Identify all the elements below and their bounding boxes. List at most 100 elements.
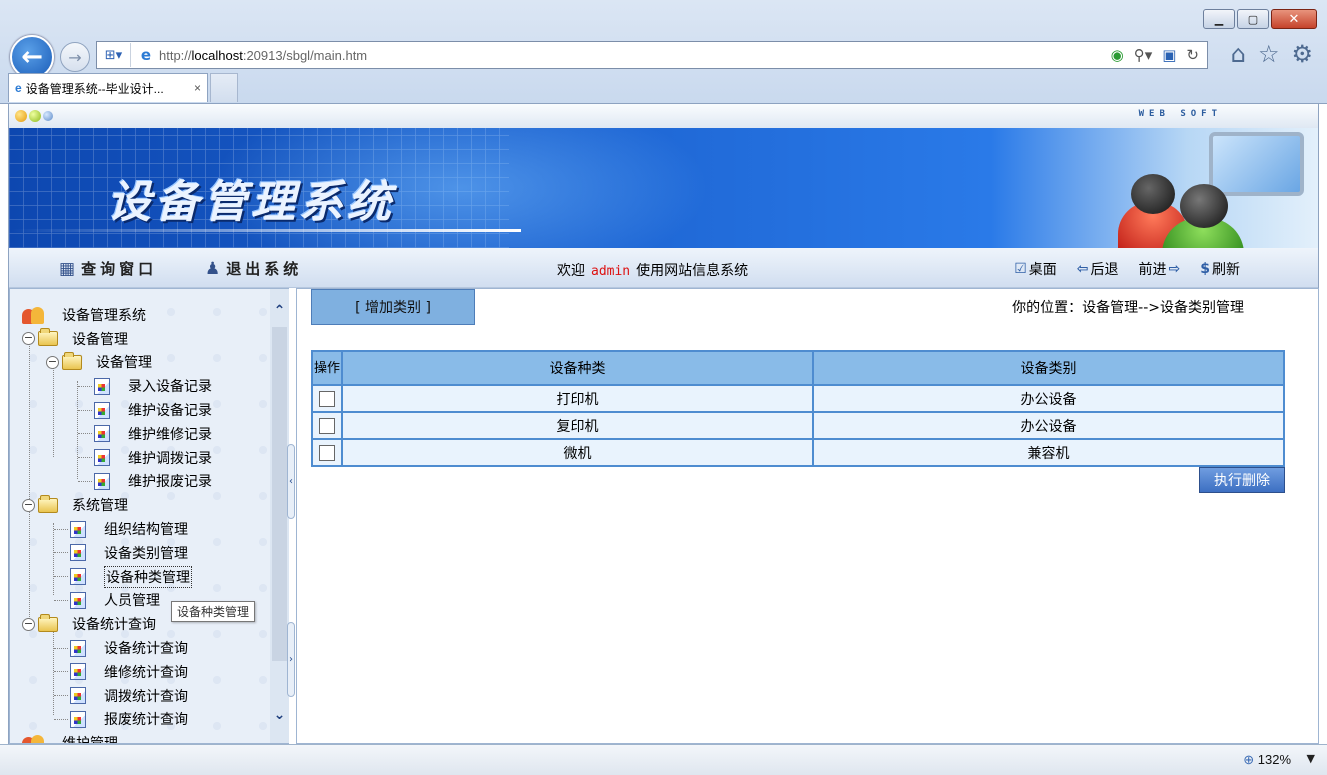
zoom-level[interactable]: ⊕ 132%	[1243, 752, 1291, 768]
collapse-icon[interactable]: −	[22, 617, 35, 631]
browser-tab-active[interactable]: e 设备管理系统--毕业设计... ×	[8, 73, 208, 102]
document-icon	[94, 401, 110, 419]
tree-item[interactable]: 维修统计查询	[22, 660, 262, 684]
gear-icon[interactable]: ⚙	[1291, 40, 1313, 68]
row-checkbox[interactable]	[319, 390, 335, 407]
tree-group-equipment[interactable]: − 设备管理	[22, 327, 262, 351]
cell-kind: 打印机	[341, 384, 814, 413]
collapse-icon[interactable]: −	[22, 498, 35, 512]
scroll-thumb[interactable]	[272, 327, 287, 661]
tree-group-label: 设备管理	[72, 331, 128, 348]
tree-item-label: 组织结构管理	[104, 522, 188, 539]
users-icon	[22, 733, 46, 743]
document-icon	[70, 544, 86, 562]
folder-open-icon	[62, 351, 82, 370]
query-window-button[interactable]: ▦ 查询窗口	[59, 258, 157, 279]
security-icon[interactable]: ◉	[1111, 46, 1124, 64]
desktop-icon: ☑	[1014, 261, 1027, 277]
row-checkbox[interactable]	[319, 444, 335, 461]
table-row: 微机 兼容机	[311, 438, 1285, 467]
address-actions: ◉ ⚲▾ ▣ ↻	[1111, 46, 1207, 64]
tree-item[interactable]: 维护维修记录	[22, 422, 262, 446]
tree-item-label: 设备类别管理	[104, 545, 188, 562]
refresh-button[interactable]: $ 刷新	[1200, 259, 1240, 279]
table-row: 打印机 办公设备	[311, 384, 1285, 413]
collapse-sidebar-toggle[interactable]: ‹	[287, 444, 295, 519]
exit-system-button[interactable]: ♟ 退出系统	[205, 258, 302, 279]
expand-sidebar-toggle[interactable]: ›	[287, 622, 295, 697]
tree-group-maintenance[interactable]: 维护管理	[22, 731, 262, 743]
zoom-dropdown-icon[interactable]: ▼	[1307, 752, 1315, 765]
search-icon[interactable]: ⚲▾	[1134, 46, 1153, 64]
collapse-icon[interactable]: −	[46, 355, 59, 369]
scroll-up-icon[interactable]: ⌃	[272, 303, 287, 321]
tree-item[interactable]: 录入设备记录	[22, 374, 262, 398]
row-checkbox[interactable]	[319, 417, 335, 434]
app-frame: WEB SOFT 设备管理系统 ▦ 查询窗口 ♟ 退出系统 欢迎 admin 使用网…	[8, 104, 1319, 744]
forward-button[interactable]: 前进 ⇨	[1139, 259, 1181, 279]
websoft-label: WEB SOFT	[1138, 109, 1222, 119]
forward-icon: ⇨	[1168, 261, 1181, 277]
welcome-user: admin	[591, 264, 631, 279]
tree-item[interactable]: 组织结构管理	[22, 517, 262, 541]
tree-root[interactable]: 设备管理系统	[22, 303, 262, 327]
tree-group-label: 维护管理	[62, 733, 118, 743]
home-icon[interactable]: ⌂	[1231, 40, 1246, 68]
folder-open-icon	[38, 494, 58, 513]
collapse-icon[interactable]: −	[22, 332, 35, 346]
banner-title: 设备管理系统	[107, 177, 395, 228]
maximize-button[interactable]: ▢	[1237, 9, 1269, 29]
page-image-icon[interactable]: ▣	[1162, 46, 1176, 64]
favorites-star-icon[interactable]: ☆	[1258, 40, 1280, 68]
close-window-button[interactable]: ✕	[1271, 9, 1317, 29]
tree-item-hovered[interactable]: 设备种类管理	[22, 565, 262, 589]
tooltip: 设备种类管理	[171, 601, 256, 622]
minimize-button[interactable]: ▁	[1203, 9, 1235, 29]
query-window-label: 查询窗口	[81, 260, 158, 278]
tab-close-icon[interactable]: ×	[194, 81, 201, 95]
forward-label: 前进	[1138, 262, 1167, 278]
tree-item-label: 设备种类管理	[104, 565, 192, 588]
url-prefix: http://	[159, 47, 192, 63]
document-icon	[94, 377, 110, 395]
back-button[interactable]: ⇦ 后退	[1077, 259, 1119, 279]
document-icon	[70, 591, 86, 609]
address-url[interactable]: http://localhost:20913/sbgl/main.htm	[159, 48, 367, 63]
orange-dot-icon	[15, 110, 27, 122]
tree-item[interactable]: 维护设备记录	[22, 398, 262, 422]
tree-item-label: 调拨统计查询	[104, 688, 188, 705]
category-table: 操作 设备种类 设备类别 打印机 办公设备 复印机 办公设备 微机 兼容机	[311, 350, 1285, 467]
tree-subgroup-equipment[interactable]: − 设备管理	[22, 351, 262, 375]
address-bar[interactable]: ⊞▾ e http://localhost:20913/sbgl/main.ht…	[96, 41, 1208, 69]
tree-item[interactable]: 调拨统计查询	[22, 684, 262, 708]
tree-item[interactable]: 设备类别管理	[22, 541, 262, 565]
tree-item[interactable]: 维护报废记录	[22, 470, 262, 494]
tree-item-label: 人员管理	[104, 593, 160, 610]
document-icon	[94, 472, 110, 490]
delete-button[interactable]: 执行删除	[1199, 467, 1285, 493]
tree-group-system[interactable]: − 系统管理	[22, 493, 262, 517]
document-icon	[70, 639, 86, 657]
desktop-button[interactable]: ☑ 桌面	[1014, 259, 1057, 279]
nav-tree: 设备管理系统 − 设备管理 − 设备管理 录入设备记录 维护设备记录 维护维修记…	[22, 303, 262, 743]
compat-view-icon[interactable]: ⊞▾	[97, 43, 131, 67]
forward-arrow-icon[interactable]: →	[60, 42, 90, 72]
tree-item[interactable]: 报废统计查询	[22, 708, 262, 732]
users-icon	[22, 305, 46, 325]
column-header-kind: 设备种类	[341, 350, 814, 386]
main-content: [ 增加类别 ] 你的位置：设备管理-->设备类别管理 操作 设备种类 设备类别…	[296, 288, 1319, 744]
cell-category: 办公设备	[812, 411, 1285, 440]
tree-item[interactable]: 设备统计查询	[22, 636, 262, 660]
tree-item-label: 维修统计查询	[104, 664, 188, 681]
url-host: localhost	[191, 47, 243, 63]
zoom-value: 132%	[1257, 752, 1291, 767]
tab-strip: e 设备管理系统--毕业设计... ×	[8, 73, 238, 103]
document-icon	[70, 663, 86, 681]
refresh-page-icon[interactable]: ↻	[1186, 46, 1199, 64]
refresh-icon: $	[1200, 261, 1210, 277]
tree-item[interactable]: 维护调拨记录	[22, 446, 262, 470]
new-tab-button[interactable]	[210, 73, 238, 102]
scroll-down-icon[interactable]: ⌄	[272, 707, 287, 725]
welcome-message: 欢迎 admin 使用网站信息系统	[557, 260, 748, 280]
add-category-button[interactable]: [ 增加类别 ]	[311, 289, 475, 325]
